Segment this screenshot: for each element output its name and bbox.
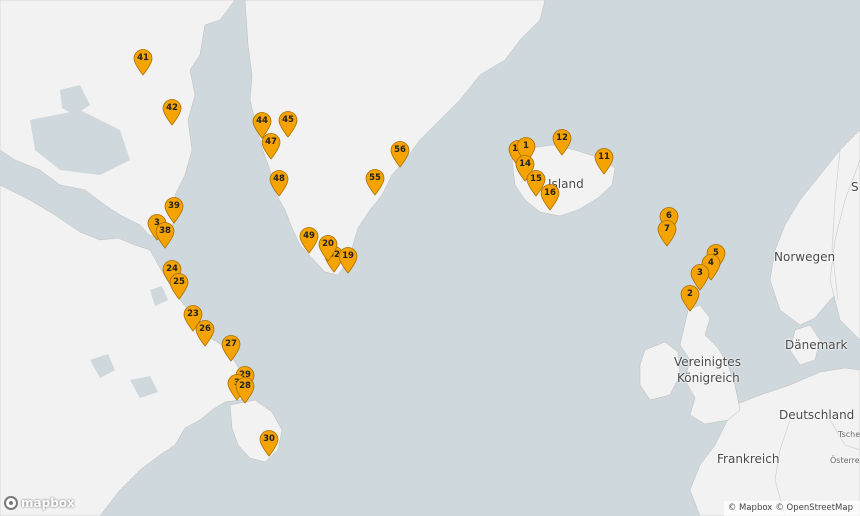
marker-label: 47 [265,137,277,147]
map-marker[interactable]: 42 [162,99,182,126]
marker-label: 26 [199,324,211,334]
map-attribution: © Mapbox © OpenStreetMap [723,501,860,516]
marker-label: 3 [697,268,703,278]
mapbox-logo-text: mapbox [21,496,75,510]
marker-label: 55 [369,173,381,183]
marker-label: 30 [263,434,275,444]
marker-label: 2 [687,289,693,299]
attribution-mapbox-link[interactable]: © Mapbox [728,503,773,513]
marker-label: 11 [598,152,610,162]
marker-label: 15 [530,174,542,184]
marker-label: 16 [544,188,556,198]
map-marker[interactable]: 48 [269,170,289,197]
marker-label: 45 [282,115,294,125]
map-marker[interactable]: 38 [155,222,175,249]
attribution-osm-link[interactable]: © OpenStreetMap [775,503,853,513]
marker-label: 44 [256,116,268,126]
marker-label: 39 [168,201,180,211]
map-marker[interactable]: 27 [221,335,241,362]
map-marker[interactable]: 26 [195,320,215,347]
marker-label: 56 [394,145,406,155]
marker-label: 42 [166,103,178,113]
map-marker[interactable]: 20 [318,235,338,262]
map-marker[interactable]: 28 [235,377,255,404]
marker-label: 48 [273,174,285,184]
marker-label: 25 [173,277,185,287]
marker-label: 38 [159,226,171,236]
marker-label: 41 [137,53,149,63]
marker-label: 20 [322,239,334,249]
map-marker[interactable]: 39 [164,197,184,224]
map-marker[interactable]: 2 [680,285,700,312]
marker-label: 49 [303,231,315,241]
map-marker[interactable]: 49 [299,227,319,254]
mapbox-logo[interactable]: mapbox [4,494,75,512]
map-marker[interactable]: 55 [365,169,385,196]
map-marker[interactable]: 16 [540,184,560,211]
marker-label: 23 [187,309,199,319]
map-marker[interactable]: 25 [169,273,189,300]
map-marker[interactable]: 45 [278,111,298,138]
map-marker[interactable]: 12 [552,129,572,156]
marker-label: 7 [664,224,670,234]
mapbox-logo-icon [4,496,18,510]
marker-label: 19 [342,251,354,261]
map-marker[interactable]: 56 [390,141,410,168]
map-marker[interactable]: 19 [338,247,358,274]
map-canvas[interactable]: Island Norwegen Vereinigtes Königreich D… [0,0,860,516]
marker-label: 27 [225,339,237,349]
marker-label: 1 [523,141,529,151]
map-marker[interactable]: 11 [594,148,614,175]
basemap [0,0,860,516]
map-marker[interactable]: 7 [657,220,677,247]
marker-label: 28 [239,381,251,391]
marker-label: 14 [519,159,531,169]
map-marker[interactable]: 30 [259,430,279,457]
marker-label: 12 [556,133,568,143]
map-marker[interactable]: 47 [261,133,281,160]
map-marker[interactable]: 41 [133,49,153,76]
